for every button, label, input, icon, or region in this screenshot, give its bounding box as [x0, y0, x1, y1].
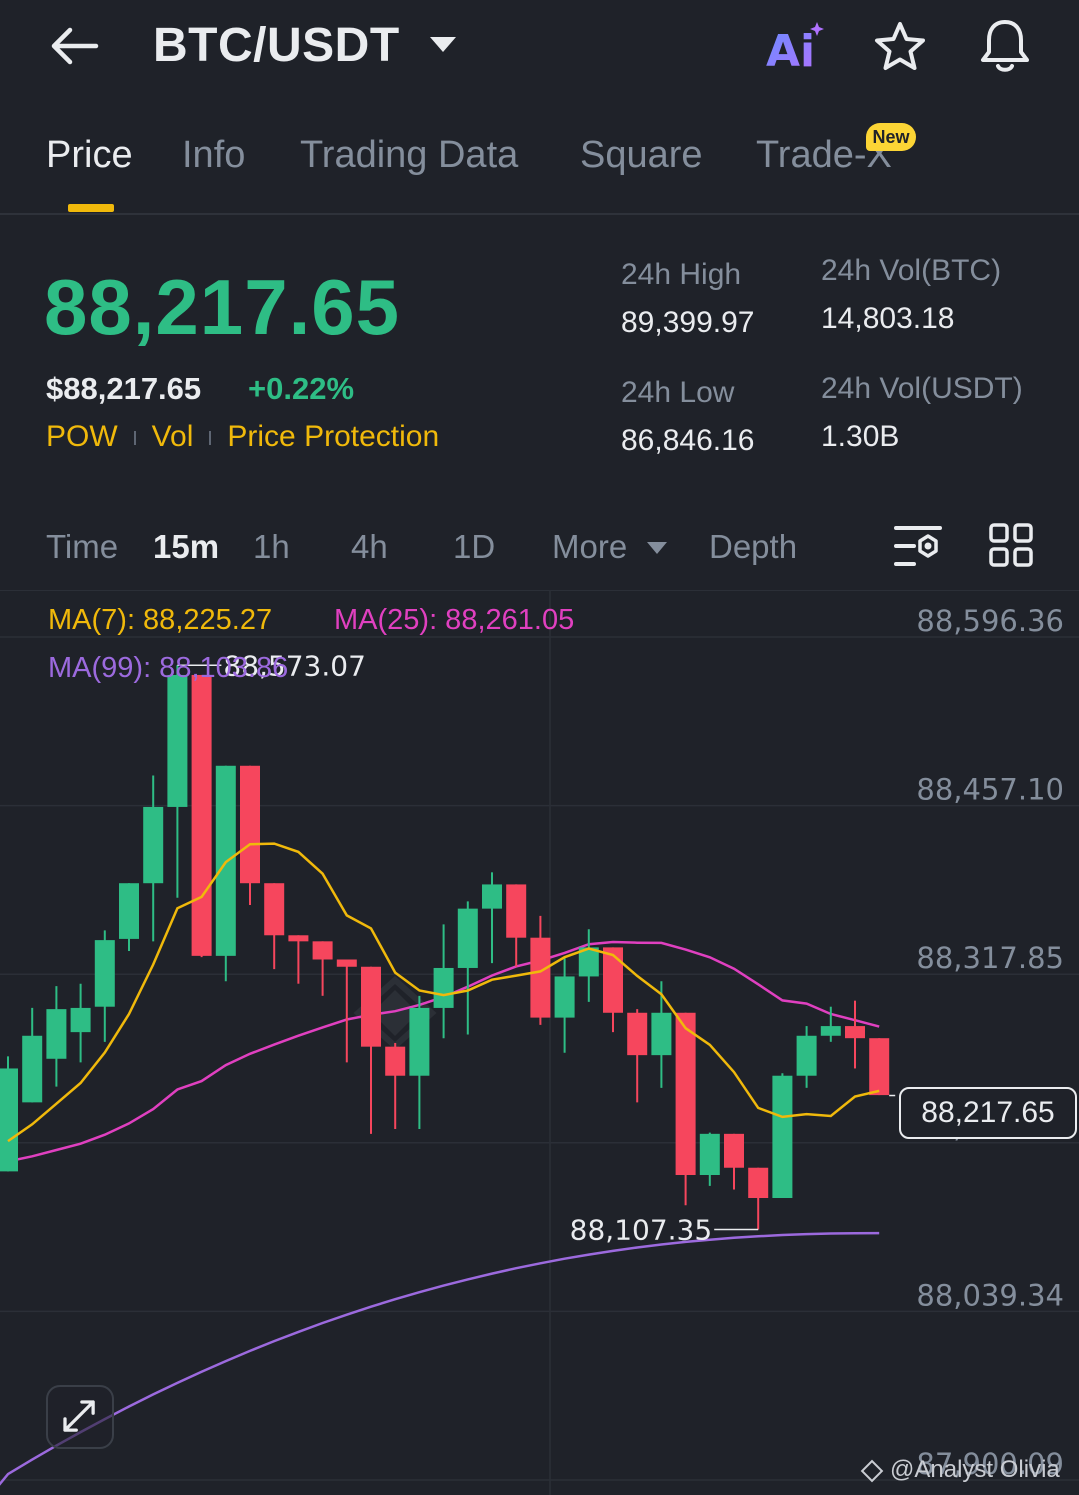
vol-usdt-label: 24h Vol(USDT) — [821, 372, 1023, 405]
ma99-line — [0, 1231, 880, 1486]
candle-body — [457, 908, 478, 968]
tag-separator — [133, 431, 136, 446]
chart-settings-icon[interactable] — [892, 522, 944, 570]
tab-square[interactable]: Square — [580, 134, 703, 177]
token-tags: POW Vol Price Protection — [46, 420, 439, 454]
interval-bar: Time 15m 1h 4h 1D More Depth — [0, 522, 1079, 588]
current-price-tag[interactable]: 88,217.65 — [899, 1087, 1077, 1139]
y-tick-label: 88,317.85 — [916, 941, 1064, 975]
trading-pair-title[interactable]: BTC/USDT — [153, 18, 400, 73]
interval-more[interactable]: More — [552, 528, 627, 566]
usd-price: $88,217.65 — [46, 371, 202, 406]
last-price: 88,217.65 — [44, 263, 401, 351]
tag-vol[interactable]: Vol — [152, 420, 194, 453]
min-price-label: 88,107.35 — [570, 1213, 713, 1246]
layout-grid-icon[interactable] — [988, 522, 1034, 568]
vol-btc-label: 24h Vol(BTC) — [821, 254, 1002, 287]
chevron-down-icon[interactable] — [646, 541, 668, 555]
candle-body — [482, 884, 502, 909]
chart-canvas[interactable]: 88,596.3688,457.1088,317.8588,178.6088,0… — [0, 589, 1079, 1495]
candle-body — [312, 941, 333, 960]
svg-text:Ai: Ai — [766, 26, 815, 74]
candle-body — [288, 935, 309, 942]
candle-body — [603, 947, 623, 1013]
low-24h-value: 86,846.16 — [621, 424, 755, 457]
watermark-text: @Analyst Olivia — [890, 1456, 1060, 1483]
tab-info[interactable]: Info — [182, 134, 245, 177]
candle-body — [530, 937, 551, 1018]
tag-separator — [209, 431, 212, 446]
candle-body — [336, 959, 357, 967]
back-arrow-icon[interactable] — [46, 22, 102, 70]
y-axis-ticks: 88,596.3688,457.1088,317.8588,178.6088,0… — [916, 604, 1064, 1481]
candle-body — [869, 1038, 890, 1096]
y-tick-label: 88,039.34 — [916, 1278, 1064, 1312]
ai-assistant-icon[interactable]: Ai — [764, 18, 828, 74]
expand-icon — [63, 1400, 95, 1432]
interval-1d[interactable]: 1D — [453, 528, 495, 566]
diamond-icon — [860, 1459, 884, 1482]
ma99-path — [0, 1231, 880, 1486]
candlestick-chart[interactable]: 88,596.3688,457.1088,317.8588,178.6088,0… — [0, 589, 1079, 1495]
candle-body — [264, 883, 285, 936]
active-tab-indicator — [68, 204, 114, 212]
interval-15m[interactable]: 15m — [153, 528, 219, 566]
candle-body — [433, 967, 454, 1008]
candle-body — [845, 1026, 865, 1039]
chart-grid — [0, 590, 1079, 1495]
chevron-down-icon[interactable] — [428, 34, 458, 54]
tag-price-protection[interactable]: Price Protection — [227, 420, 439, 453]
vol-usdt-value: 1.30B — [821, 420, 900, 453]
tab-price[interactable]: Price — [46, 134, 133, 177]
y-tick-label: 88,457.10 — [916, 773, 1064, 807]
candle-body — [191, 674, 212, 956]
ma99-legend: MA(99): 88,103.86 — [48, 652, 289, 684]
price-change-percent: +0.22% — [248, 371, 355, 406]
section-tabs: Price Info Trading Data Square Trade-X N… — [0, 120, 1079, 215]
interval-4h[interactable]: 4h — [351, 528, 388, 566]
tab-trading-data[interactable]: Trading Data — [300, 134, 518, 177]
candle-body — [240, 765, 260, 884]
favorite-star-icon[interactable] — [872, 20, 928, 74]
tag-pow[interactable]: POW — [46, 420, 118, 453]
candle-body — [796, 1035, 817, 1076]
candle-body — [748, 1167, 769, 1199]
notification-bell-icon[interactable] — [976, 16, 1034, 76]
vol-btc-value: 14,803.18 — [821, 302, 955, 335]
candle-body — [22, 1035, 43, 1103]
candle-body — [119, 883, 139, 939]
candle-body — [385, 1046, 406, 1076]
high-24h-value: 89,399.97 — [621, 306, 755, 339]
candle-body — [554, 976, 575, 1018]
ma7-legend: MA(7): 88,225.27 — [48, 604, 273, 636]
candle-body — [361, 966, 381, 1047]
top-bar: BTC/USDT Ai — [0, 0, 1079, 95]
candle-body — [651, 1012, 672, 1056]
low-24h-label: 24h Low — [621, 376, 735, 409]
candle-body — [70, 1007, 91, 1033]
candle-body — [675, 1012, 696, 1176]
candle-body — [94, 940, 115, 1007]
candle-body — [409, 1007, 430, 1076]
interval-depth[interactable]: Depth — [709, 528, 797, 566]
candle-body — [167, 674, 188, 807]
interval-time[interactable]: Time — [46, 528, 118, 566]
y-tick-label: 88,596.36 — [916, 604, 1064, 638]
high-24h-label: 24h High — [621, 258, 742, 291]
candle-body — [772, 1075, 793, 1199]
fullscreen-button[interactable] — [46, 1385, 114, 1449]
candle-body — [0, 1068, 18, 1172]
candle-body — [699, 1133, 720, 1176]
interval-1h[interactable]: 1h — [253, 528, 290, 566]
candle-body — [143, 806, 164, 884]
candle-body — [506, 884, 527, 938]
candles — [0, 665, 890, 1230]
candle-body — [46, 1009, 67, 1059]
candle-body — [627, 1012, 648, 1056]
candle-body — [724, 1133, 744, 1168]
author-watermark: @Analyst Olivia — [860, 1456, 1060, 1484]
candle-body — [820, 1026, 841, 1036]
new-badge: New — [866, 123, 916, 151]
ma25-legend: MA(25): 88,261.05 — [334, 604, 575, 636]
